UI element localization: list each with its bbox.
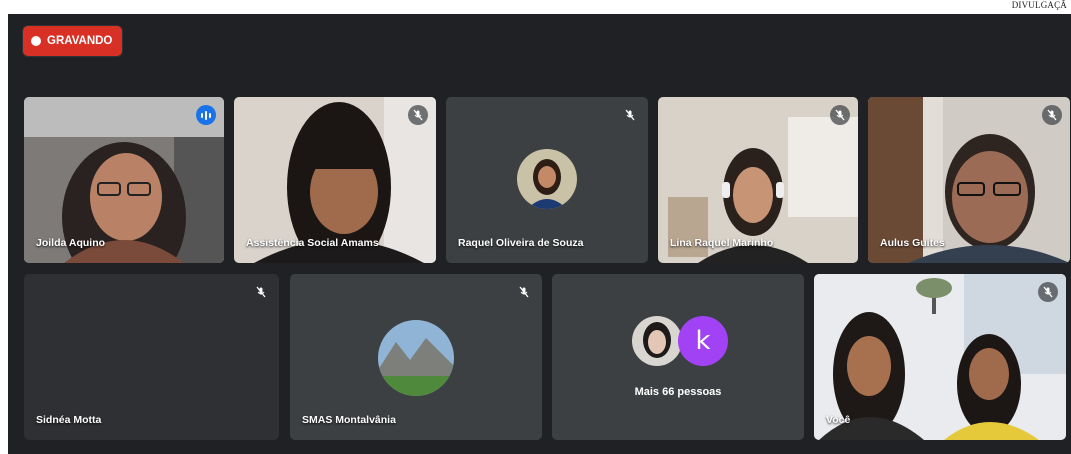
mic-off-icon [1038, 282, 1058, 302]
meeting-grid: GRAVANDO Joilda Aquino Assistência Socia… [8, 14, 1071, 454]
avatar [632, 316, 682, 366]
more-participants-tile[interactable]: k Mais 66 pessoas [552, 274, 804, 440]
mic-off-icon [620, 105, 640, 125]
participant-tile-amams[interactable]: Assistência Social Amams [234, 97, 436, 263]
participant-tile-smas[interactable]: SMAS Montalvânia [290, 274, 542, 440]
participant-tile-joilda[interactable]: Joilda Aquino [24, 97, 224, 263]
participant-name: Aulus Guites [880, 237, 945, 249]
participant-name: Joilda Aquino [36, 237, 106, 249]
participant-name: SMAS Montalvânia [302, 414, 396, 426]
recording-badge: GRAVANDO [23, 26, 123, 56]
video-feed [814, 274, 1066, 440]
participant-tile-raquel[interactable]: Raquel Oliveira de Souza [446, 97, 648, 263]
mic-off-icon [251, 282, 271, 302]
participant-name: Lina Raquel Marinho [670, 237, 774, 249]
participant-name: Sidnéa Motta [36, 414, 102, 426]
photo-credit: DIVULGAÇÃ [1011, 0, 1067, 10]
participant-tile-self[interactable]: Você [814, 274, 1066, 440]
mic-off-icon [1042, 105, 1062, 125]
more-count-label: Mais 66 pessoas [634, 386, 722, 398]
recording-label: GRAVANDO [47, 35, 113, 47]
participant-name: Assistência Social Amams [246, 237, 379, 249]
initial-avatar: k [678, 316, 728, 366]
record-dot-icon [31, 36, 41, 46]
participant-name: Você [826, 414, 851, 426]
participant-name: Raquel Oliveira de Souza [458, 237, 584, 249]
participant-tile-sidnea[interactable]: Sidnéa Motta [24, 274, 279, 440]
avatar [378, 320, 454, 396]
mic-off-icon [408, 105, 428, 125]
avatar [517, 149, 577, 209]
mic-off-icon [830, 105, 850, 125]
participant-tile-lina[interactable]: Lina Raquel Marinho [658, 97, 858, 263]
speaking-icon [196, 105, 216, 125]
mic-off-icon [514, 282, 534, 302]
participant-tile-aulus[interactable]: Aulus Guites [868, 97, 1070, 263]
